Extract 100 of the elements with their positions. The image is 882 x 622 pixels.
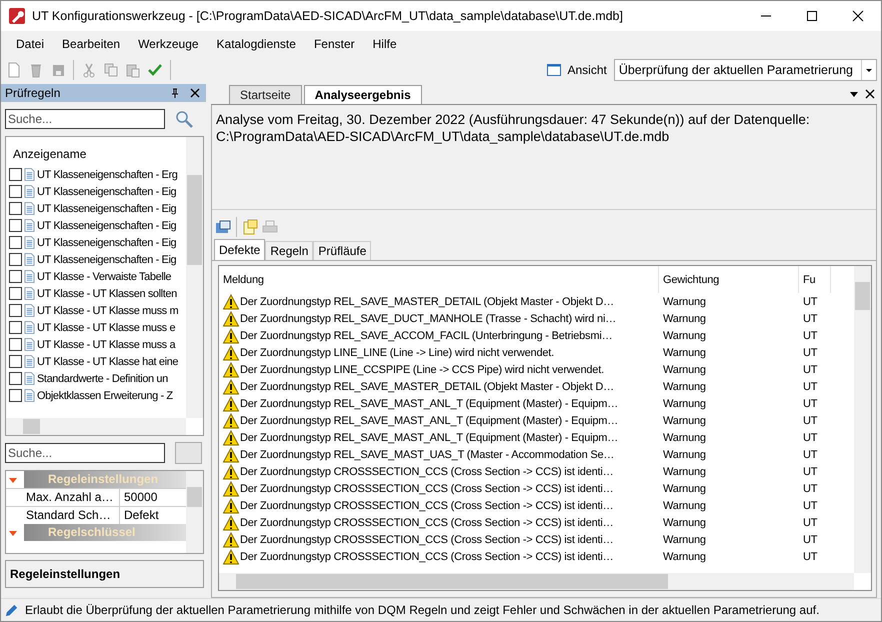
column-header[interactable]: Fu — [799, 266, 831, 293]
rule-label[interactable]: UT Klasse - UT Klassen sollten — [37, 288, 177, 300]
menu-item[interactable]: Hilfe — [364, 37, 406, 51]
rule-label[interactable]: UT Klasseneigenschaften - Eig — [37, 254, 176, 266]
document-icon — [24, 338, 35, 351]
table-cell-text: UT — [802, 414, 818, 426]
checkbox[interactable] — [9, 219, 22, 232]
menu-item[interactable]: Katalogdienste — [208, 37, 305, 51]
document-icon — [24, 389, 35, 402]
checkbox[interactable] — [9, 338, 22, 351]
table-cell-text: Warnung — [662, 550, 707, 562]
rule-label[interactable]: UT Klasseneigenschaften - Eig — [37, 202, 176, 214]
table-cell: Der Zuordnungstyp REL_SAVE_MAST_UAS_T (Master - Accommodation Se… — [240, 448, 614, 460]
property-value[interactable]: Defekt — [120, 507, 159, 524]
table-cell-text: UT — [802, 364, 818, 376]
checkbox[interactable] — [9, 253, 22, 266]
view-dropdown[interactable]: Überprüfung der aktuellen Parametrierung — [614, 59, 877, 81]
caret-icon[interactable] — [865, 66, 873, 74]
menu-item[interactable]: Fenster — [304, 37, 364, 51]
search-field[interactable]: Suche... — [5, 443, 165, 463]
table-cell-text: Warnung — [662, 500, 707, 512]
menu-item[interactable]: Datei — [7, 37, 54, 51]
document-icon — [24, 168, 35, 181]
rule-label[interactable]: Standardwerte - Definition un — [37, 372, 168, 384]
checkbox[interactable] — [9, 270, 22, 283]
warning-icon — [223, 396, 239, 412]
scroll-thumb[interactable] — [187, 487, 202, 507]
view-label: Ansicht — [567, 63, 607, 77]
table-cell-text: UT — [802, 550, 818, 562]
rule-label[interactable]: UT Klasseneigenschaften - Eig — [37, 236, 176, 248]
rule-label[interactable]: UT Klasseneigenschaften - Erg — [37, 168, 178, 180]
pencil-icon — [4, 602, 19, 618]
document-icon — [24, 253, 35, 266]
rule-label[interactable]: Objektklassen Erweiterung - Z — [37, 390, 173, 402]
table-cell-text: UT — [802, 482, 818, 494]
checkbox[interactable] — [9, 236, 22, 249]
scroll-thumb[interactable] — [23, 419, 40, 434]
document-icon — [24, 321, 35, 334]
checkbox[interactable] — [9, 355, 22, 368]
column-header[interactable]: Gewichtung — [659, 266, 799, 293]
table-cell: Der Zuordnungstyp CROSSSECTION_CCS (Cross Section -> CCS) ist identi… — [240, 500, 614, 512]
checkbox[interactable] — [9, 185, 22, 198]
document-icon — [24, 185, 35, 198]
checkbox[interactable] — [9, 168, 22, 181]
rule-label[interactable]: UT Klasse - UT Klasse hat eine — [37, 356, 178, 368]
window-icon — [545, 61, 564, 79]
warning-icon — [223, 294, 239, 310]
close-icon[interactable] — [863, 87, 877, 101]
rule-label[interactable]: UT Klasse - UT Klasse muss e — [37, 322, 176, 334]
analysis-summary: Analyse vom Freitag, 30. Dezember 2022 (Ausführungsdauer: 47 Sekunde(n)) auf der Datenquelle: C:\ProgramData\AED-SICAD\ArcFM_UT\data_sample\database\UT.de.mdb — [216, 112, 810, 144]
document-tab[interactable]: Analyseergebnis — [304, 85, 422, 104]
table-cell-text: UT — [802, 448, 818, 460]
close-icon[interactable] — [188, 86, 202, 100]
warning-icon — [223, 464, 239, 480]
document-tab[interactable]: Startseite — [229, 85, 302, 104]
rule-label[interactable]: UT Klasseneigenschaften - Eig — [37, 220, 176, 232]
table-cell-text: UT — [802, 312, 818, 324]
table-cell-text: UT — [802, 296, 818, 308]
table-cell: Der Zuordnungstyp CROSSSECTION_CCS (Cross Section -> CCS) ist identi… — [240, 516, 614, 528]
search-icon[interactable] — [175, 110, 193, 128]
status-text: Erlaubt die Überprüfung der aktuellen Parametrierung mithilfe von DQM Regeln und zeigt Fehler und Schwächen in der aktuellen Parametrierung auf. — [25, 603, 820, 617]
menu-item[interactable]: Bearbeiten — [53, 37, 130, 51]
scroll-thumb[interactable] — [236, 574, 668, 589]
column-header[interactable]: Meldung — [219, 266, 659, 293]
table-cell: Der Zuordnungstyp CROSSSECTION_CCS (Cross Section -> CCS) ist identi… — [240, 482, 614, 494]
rule-label[interactable]: UT Klasse - UT Klasse muss m — [37, 304, 178, 316]
document-icon — [24, 236, 35, 249]
warning-icon — [223, 480, 239, 496]
scroll-thumb[interactable] — [187, 175, 202, 265]
menu-item[interactable]: Werkzeuge — [129, 37, 208, 51]
table-cell-text: Warnung — [662, 534, 707, 546]
table-cell-text: Warnung — [662, 448, 707, 460]
table-cell-text: Warnung — [662, 346, 707, 358]
checkbox[interactable] — [9, 287, 22, 300]
search-field[interactable]: Suche... — [5, 109, 165, 129]
result-tab[interactable]: Regeln — [265, 241, 314, 260]
warning-icon — [223, 514, 239, 530]
checkbox[interactable] — [9, 304, 22, 317]
table-cell-text: UT — [802, 466, 818, 478]
table-cell-text: UT — [802, 500, 818, 512]
export-icon[interactable] — [214, 218, 232, 236]
document-icon — [24, 304, 35, 317]
rule-label[interactable]: UT Klasse - Verwaiste Tabelle — [37, 270, 172, 282]
checkbox[interactable] — [9, 372, 22, 385]
checkbox[interactable] — [9, 202, 22, 215]
scroll-thumb[interactable] — [855, 282, 870, 310]
document-icon — [24, 355, 35, 368]
checkbox[interactable] — [9, 321, 22, 334]
checkbox[interactable] — [9, 389, 22, 402]
result-tab[interactable]: Defekte — [214, 239, 266, 260]
table-cell-text: Warnung — [662, 414, 707, 426]
table-cell: Der Zuordnungstyp REL_SAVE_DUCT_MANHOLE (Trasse - Schacht) wird ni… — [240, 312, 616, 324]
table-cell: Der Zuordnungstyp REL_SAVE_MASTER_DETAIL (Objekt Master - Objekt D… — [240, 380, 614, 392]
description-title: Regeleinstellungen — [10, 567, 120, 581]
rule-label[interactable]: UT Klasse - UT Klasse muss a — [37, 338, 176, 350]
property-value[interactable]: 50000 — [120, 489, 158, 506]
document-icon — [24, 202, 35, 215]
result-tab[interactable]: Prüfläufe — [313, 241, 372, 260]
document-icon — [24, 372, 35, 385]
rule-label[interactable]: UT Klasseneigenschaften - Eig — [37, 186, 176, 198]
